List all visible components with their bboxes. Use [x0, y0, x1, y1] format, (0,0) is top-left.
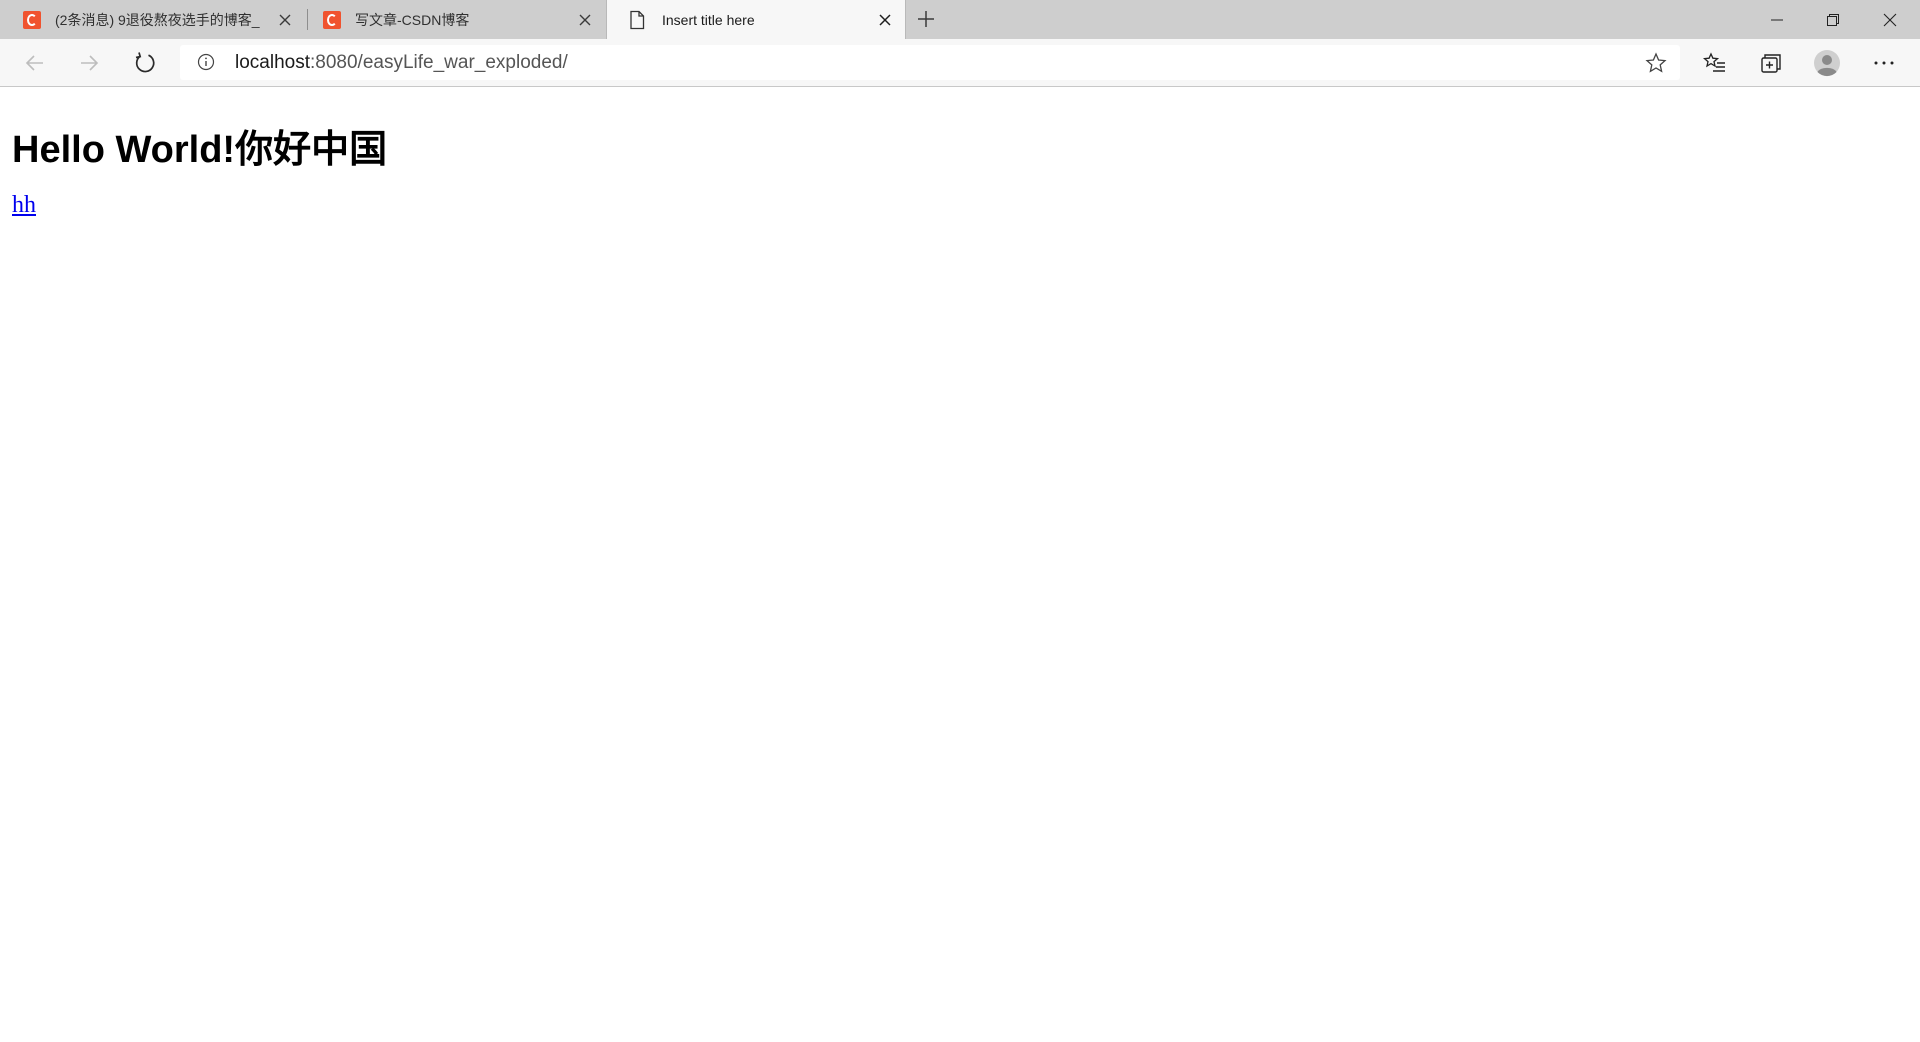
forward-button[interactable]	[73, 47, 105, 79]
close-icon[interactable]	[877, 12, 893, 28]
csdn-icon	[323, 11, 341, 29]
tab-strip: (2条消息) 9退役熬夜选手的博客_ 写文章-CSDN博客 Insert tit…	[0, 0, 1920, 39]
tab-title: 写文章-CSDN博客	[355, 12, 470, 28]
page-content: Hello World!你好中国 hh	[0, 88, 1920, 1042]
avatar-icon	[1814, 50, 1840, 77]
minimize-icon	[1771, 19, 1783, 20]
close-icon	[1883, 13, 1897, 26]
document-icon	[630, 10, 645, 30]
hh-link[interactable]: hh	[12, 192, 36, 219]
restore-icon	[1827, 13, 1839, 26]
tab-title: (2条消息) 9退役熬夜选手的博客_	[55, 12, 260, 28]
info-icon[interactable]	[197, 53, 215, 71]
url-host: localhost	[235, 52, 310, 73]
browser-window: (2条消息) 9退役熬夜选手的博客_ 写文章-CSDN博客 Insert tit…	[0, 0, 1920, 1042]
collections-button[interactable]	[1755, 47, 1787, 79]
more-button[interactable]	[1868, 47, 1900, 79]
minimize-button[interactable]	[1749, 0, 1805, 39]
close-icon[interactable]	[277, 12, 293, 28]
close-icon[interactable]	[577, 12, 593, 28]
collections-icon	[1761, 54, 1781, 73]
address-bar[interactable]: localhost:8080/easyLife_war_exploded/	[180, 45, 1680, 80]
tab-insert-title[interactable]: Insert title here	[606, 0, 906, 39]
toolbar: localhost:8080/easyLife_war_exploded/	[0, 39, 1920, 87]
tab-csdn-blog[interactable]: (2条消息) 9退役熬夜选手的博客_	[0, 0, 305, 39]
favorites-button[interactable]	[1699, 47, 1731, 79]
url-path: :8080/easyLife_war_exploded/	[310, 52, 568, 73]
restore-button[interactable]	[1805, 0, 1861, 39]
more-icon	[1874, 61, 1894, 65]
favorites-icon	[1703, 52, 1725, 72]
tab-title: Insert title here	[662, 12, 755, 28]
csdn-icon	[23, 11, 41, 29]
url-text[interactable]: localhost:8080/easyLife_war_exploded/	[235, 52, 568, 74]
new-tab-icon[interactable]	[915, 8, 937, 30]
refresh-icon	[135, 52, 155, 73]
star-icon[interactable]	[1645, 52, 1667, 74]
close-window-button[interactable]	[1862, 0, 1918, 39]
arrow-left-icon	[25, 55, 43, 71]
profile-button[interactable]	[1811, 47, 1843, 79]
arrow-right-icon	[81, 55, 99, 71]
refresh-button[interactable]	[129, 47, 161, 79]
page-heading: Hello World!你好中国	[12, 129, 388, 171]
back-button[interactable]	[19, 47, 51, 79]
tab-csdn-write[interactable]: 写文章-CSDN博客	[300, 0, 605, 39]
